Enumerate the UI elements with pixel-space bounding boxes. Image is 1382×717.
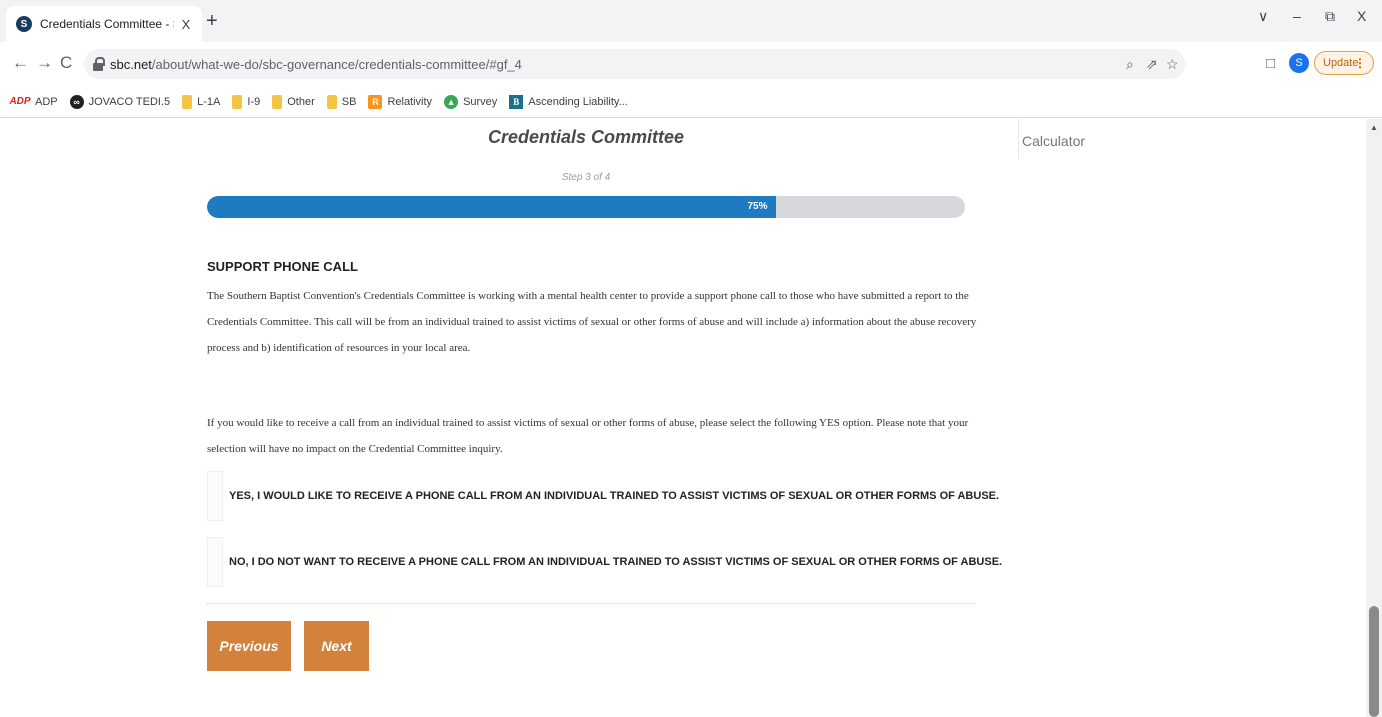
bookmark-other[interactable]: Other: [272, 94, 315, 109]
tab-close-icon[interactable]: X: [178, 17, 194, 32]
browser-tab[interactable]: S Credentials Committee - SBC.net X: [6, 6, 202, 42]
choice-yes-radio[interactable]: [207, 471, 223, 521]
folder-icon: [232, 94, 243, 109]
step-indicator: Step 3 of 4: [561, 172, 611, 183]
relativity-icon: R: [368, 94, 383, 109]
bookmark-label: I-9: [247, 95, 261, 108]
address-bar[interactable]: sbc.net/about/what-we-do/sbc-governance/…: [84, 49, 1185, 79]
form-title: Credentials Committee: [487, 127, 685, 147]
browser-toolbar: ← → C sbc.net/about/what-we-do/sbc-gover…: [0, 42, 1382, 86]
menu-dots-icon: ⋮: [1354, 56, 1366, 70]
url-path: /about/what-we-do/sbc-governance/credent…: [151, 56, 522, 72]
tab-strip: S Credentials Committee - SBC.net X + ∨ …: [0, 0, 1382, 42]
bookmark-label: SB: [341, 95, 357, 108]
folder-icon: [272, 94, 283, 109]
url-host: sbc.net: [110, 56, 152, 72]
bookmark-label: Relativity: [387, 95, 433, 108]
progress-fill: 75%: [207, 196, 776, 218]
survey-icon: ▲: [444, 94, 459, 109]
close-window-button[interactable]: X: [1357, 8, 1366, 24]
bookmark-label: Survey: [463, 95, 498, 108]
ascending-icon: B: [509, 94, 524, 109]
choice-no-radio[interactable]: [207, 537, 223, 587]
bookmark-sb[interactable]: SB: [326, 94, 357, 109]
progress-percent: 75%: [747, 201, 768, 212]
minimize-button[interactable]: –: [1293, 8, 1301, 24]
new-tab-button[interactable]: +: [206, 11, 218, 31]
intro-paragraph: The Southern Baptist Convention's Creden…: [207, 290, 977, 354]
share-icon[interactable]: ⇗: [1146, 56, 1158, 73]
back-button[interactable]: ←: [12, 53, 29, 73]
choice-yes-label[interactable]: YES, I WOULD LIKE TO RECEIVE A PHONE CAL…: [229, 490, 999, 502]
page-scrollbar[interactable]: ▲: [1366, 119, 1382, 717]
bookmark-adp[interactable]: ADP ADP: [9, 95, 58, 108]
page-content: Credentials Committee Calculator Step 3 …: [0, 119, 1382, 717]
section-title: SUPPORT PHONE CALL: [207, 259, 358, 274]
choice-no-label[interactable]: NO, I DO NOT WANT TO RECEIVE A PHONE CAL…: [229, 556, 1002, 568]
update-button[interactable]: Update ⋮: [1314, 51, 1374, 75]
scroll-up-icon[interactable]: ▲: [1370, 123, 1378, 132]
bookmarks-bar: ADP ADP ∞ JOVACO TEDI.5 L-1A I-9 Other S…: [0, 86, 1382, 118]
jovaco-icon: ∞: [69, 94, 84, 109]
bookmark-survey[interactable]: ▲ Survey: [444, 94, 498, 109]
sbc-favicon-icon: S: [16, 16, 32, 32]
previous-button[interactable]: Previous: [207, 621, 291, 671]
lock-icon[interactable]: [92, 57, 105, 71]
bookmark-star-icon[interactable]: ☆: [1166, 56, 1179, 73]
reload-button[interactable]: C: [60, 53, 72, 73]
url-text: sbc.net/about/what-we-do/sbc-governance/…: [110, 57, 522, 72]
bookmark-label: Ascending Liability...: [528, 95, 628, 108]
adp-icon: ADP: [9, 96, 31, 107]
bookmark-label: JOVACO TEDI.5: [88, 95, 171, 108]
form-divider: [207, 603, 975, 604]
choice-yes[interactable]: YES, I WOULD LIKE TO RECEIVE A PHONE CAL…: [207, 471, 999, 521]
progress-bar: 75%: [207, 196, 965, 218]
bookmark-label: L-1A: [197, 95, 221, 108]
sidebar-calculator-link[interactable]: Calculator: [1022, 133, 1085, 149]
choice-no[interactable]: NO, I DO NOT WANT TO RECEIVE A PHONE CAL…: [207, 537, 1002, 587]
folder-icon: [326, 94, 337, 109]
forward-button[interactable]: →: [36, 53, 53, 73]
tab-search-icon[interactable]: ∨: [1258, 8, 1268, 25]
next-button[interactable]: Next: [304, 621, 369, 671]
bookmark-label: Other: [287, 95, 315, 108]
sidebar-divider: [1018, 119, 1019, 159]
folder-icon: [182, 94, 193, 109]
bookmark-ascending[interactable]: B Ascending Liability...: [509, 94, 628, 109]
scroll-thumb[interactable]: [1369, 606, 1379, 717]
bookmark-label: ADP: [35, 95, 58, 108]
bookmark-l1a[interactable]: L-1A: [182, 94, 221, 109]
bookmark-jovaco[interactable]: ∞ JOVACO TEDI.5: [69, 94, 171, 109]
restore-button[interactable]: ⧉: [1325, 8, 1335, 25]
tab-title: Credentials Committee - SBC.net: [40, 17, 174, 31]
bookmark-relativity[interactable]: R Relativity: [368, 94, 433, 109]
profile-avatar[interactable]: S: [1289, 53, 1309, 73]
bookmark-i9[interactable]: I-9: [232, 94, 261, 109]
zoom-icon[interactable]: ⌕: [1126, 56, 1134, 73]
instruction-paragraph: If you would like to receive a call from…: [207, 417, 969, 455]
side-panel-icon[interactable]: □: [1266, 55, 1275, 72]
